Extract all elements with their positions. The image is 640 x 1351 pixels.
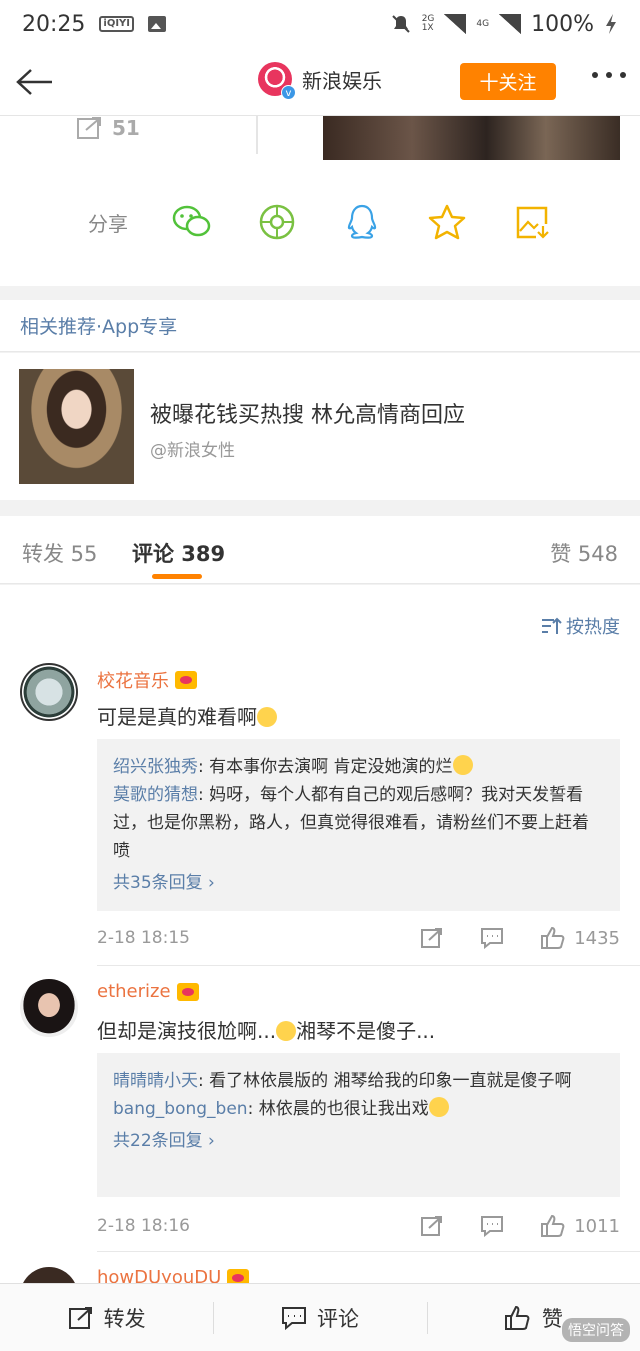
share-out-icon (421, 1216, 443, 1236)
fan-crown-icon (176, 982, 199, 1001)
divider (256, 116, 258, 154)
comment-meta: 2-18 18:16 1011 (97, 1211, 620, 1241)
clock: 20:25 (22, 11, 86, 37)
reply-button[interactable] (480, 1215, 504, 1237)
account-header[interactable]: v 新浪娱乐 (258, 62, 382, 100)
more-options-button[interactable] (592, 72, 626, 78)
post-card: 51 分享 (0, 116, 640, 286)
share-row: 分享 (88, 202, 597, 242)
battery-text: 100% (531, 11, 594, 37)
tab-like[interactable]: 赞 548 (550, 538, 618, 568)
thumbs-up-icon (541, 926, 565, 949)
comment-icon (481, 928, 504, 949)
watermark: 悟空问答 (562, 1318, 630, 1342)
commenter-name[interactable]: etherize (97, 981, 199, 1002)
like-button[interactable]: 1435 (540, 926, 620, 950)
comment-button[interactable]: 评论 (213, 1284, 426, 1351)
charging-icon (606, 14, 616, 34)
thumbs-up-icon (541, 1214, 565, 1237)
commenter-name[interactable]: 校花音乐 (97, 667, 197, 693)
tab-bar: 转发 55 评论 389 赞 548 (0, 516, 640, 584)
account-name: 新浪娱乐 (302, 68, 382, 93)
like-button[interactable]: 1011 (540, 1214, 620, 1238)
repost-count[interactable]: 51 (76, 116, 140, 140)
reply-box[interactable]: 绍兴张独秀: 有本事你去演啊 肯定没她演的烂 莫歌的猜想: 妈呀，每个人都有自己… (97, 739, 620, 911)
status-bar: 20:25 iQIYI 2G 1X 4G 100% (0, 0, 640, 48)
signal-4g-icon (499, 14, 522, 34)
repost-comment-button[interactable] (420, 1215, 444, 1237)
emoji-icon (452, 755, 473, 775)
share-out-icon (77, 117, 101, 139)
comment-time: 2-18 18:15 (97, 928, 190, 948)
iqiyi-icon: iQIYI (99, 16, 135, 32)
gallery-icon (148, 16, 167, 32)
emoji-icon (276, 1021, 297, 1041)
sort-button[interactable]: 按热度 (540, 613, 620, 639)
comment-icon (281, 1306, 306, 1330)
nav-bar: v 新浪娱乐 十关注 (0, 48, 640, 116)
reply-line: 晴晴晴小天: 看了林依晨版的 湘琴给我的印象一直就是傻子啊 (113, 1071, 572, 1091)
avatar[interactable] (20, 663, 78, 721)
moments-icon[interactable] (257, 202, 297, 242)
tab-comment[interactable]: 评论 389 (132, 538, 225, 568)
comment-meta: 2-18 18:15 1435 (97, 923, 620, 953)
repost-comment-button[interactable] (420, 927, 444, 949)
comment-icon (481, 1216, 504, 1237)
share-out-icon (421, 928, 443, 948)
bottom-action-bar: 转发 评论 赞 (0, 1283, 640, 1351)
reply-button[interactable] (480, 927, 504, 949)
sort-icon (542, 617, 562, 634)
post-image[interactable] (323, 116, 620, 160)
favorite-star-icon[interactable] (427, 202, 467, 242)
recommend-item[interactable]: 被曝花钱买热搜 林允高情商回应 @新浪女性 (0, 353, 640, 500)
network-4g-label: 4G (476, 18, 490, 29)
share-label: 分享 (88, 211, 128, 236)
reply-box[interactable]: 晴晴晴小天: 看了林依晨版的 湘琴给我的印象一直就是傻子啊 bang_bong_… (97, 1053, 620, 1197)
verified-icon: v (281, 85, 296, 100)
reply-line: bang_bong_ben: 林依晨的也很让我出戏 (113, 1095, 604, 1123)
recommend-header: 相关推荐·App专享 (0, 300, 640, 352)
recommend-thumbnail (19, 369, 134, 484)
fan-crown-icon (175, 671, 197, 689)
recommend-title: 被曝花钱买热搜 林允高情商回应 (150, 403, 465, 428)
comment-list: 按热度 校花音乐 可是是真的难看啊 绍兴张独秀: 有本事你去演啊 肯定没她演的烂… (0, 585, 640, 1325)
reply-line: 绍兴张独秀: 有本事你去演啊 肯定没她演的烂 (113, 753, 604, 781)
back-button[interactable] (0, 48, 70, 116)
more-replies-link[interactable]: 共35条回复 › (113, 869, 215, 897)
comment-text: 但却是演技很尬啊... 湘琴不是傻子... (97, 1019, 436, 1043)
signal-icon (444, 14, 467, 34)
emoji-icon (428, 1097, 449, 1117)
divider (97, 965, 640, 966)
reply-line: 莫歌的猜想: 妈呀，每个人都有自己的观后感啊？我对天发誓看过，也是你黑粉，路人，… (113, 785, 589, 861)
thumbs-up-icon (504, 1305, 530, 1330)
more-replies-link[interactable]: 共22条回复 › (113, 1127, 215, 1155)
mute-bell-icon (391, 15, 410, 33)
tab-repost[interactable]: 转发 55 (22, 538, 97, 568)
save-image-icon[interactable] (512, 202, 552, 242)
follow-button[interactable]: 十关注 (460, 63, 556, 100)
network-2g-label: 2G 1X (421, 14, 435, 33)
wechat-icon[interactable] (172, 202, 212, 242)
tab-indicator (152, 574, 202, 579)
emoji-icon (257, 707, 277, 727)
qq-icon[interactable] (342, 202, 382, 242)
account-avatar: v (258, 62, 296, 100)
comment-time: 2-18 18:16 (97, 1216, 190, 1236)
share-out-icon (68, 1306, 92, 1329)
back-arrow-icon (16, 68, 52, 95)
divider (97, 1251, 640, 1252)
comment-text: 可是是真的难看啊 (97, 701, 277, 730)
recommend-source: @新浪女性 (150, 441, 235, 461)
repost-button[interactable]: 转发 (0, 1284, 213, 1351)
avatar[interactable] (20, 979, 78, 1037)
